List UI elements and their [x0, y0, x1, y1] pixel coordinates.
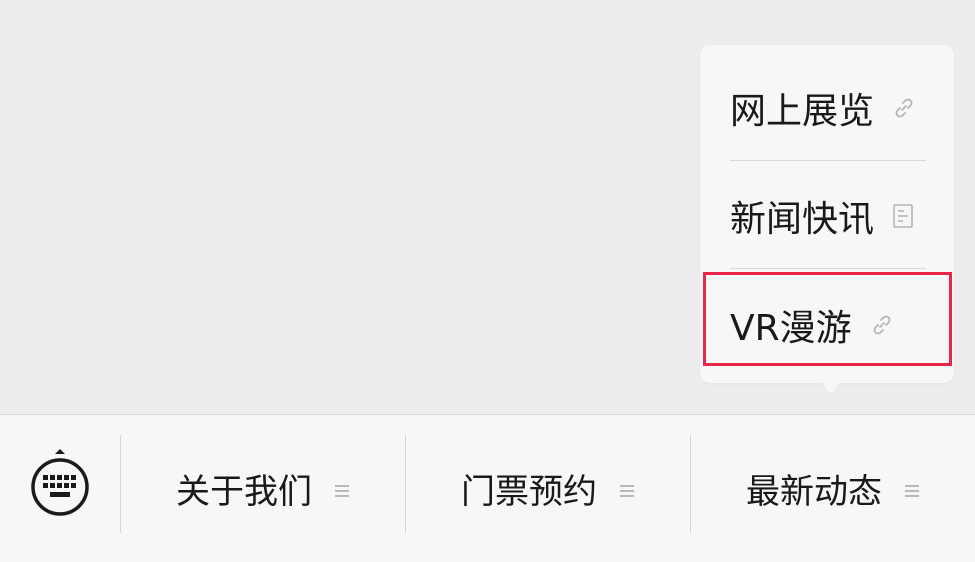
article-icon	[892, 203, 914, 229]
submenu-item-online-exhibition[interactable]: 网上展览	[700, 53, 954, 163]
submenu-item-label: 网上展览	[730, 91, 875, 132]
submenu-item-label: 新闻快讯	[730, 199, 875, 240]
link-icon	[892, 96, 916, 120]
tab-label: 最新动态	[746, 471, 882, 512]
keyboard-switch-button[interactable]	[28, 449, 92, 523]
submenu-item-news-flash[interactable]: 新闻快讯	[700, 161, 954, 271]
menu-lines-icon	[334, 468, 350, 508]
tab-ticket-booking[interactable]: 门票预约	[406, 415, 690, 561]
tab-latest-news[interactable]: 最新动态	[691, 415, 975, 561]
keyboard-icon	[31, 449, 89, 516]
link-icon	[870, 313, 894, 337]
tab-label: 门票预约	[461, 471, 597, 512]
bottom-menu-bar: 关于我们 门票预约 最新动态	[0, 414, 975, 562]
menu-lines-icon	[904, 468, 920, 508]
tab-about-us[interactable]: 关于我们	[121, 415, 405, 561]
menu-lines-icon	[619, 468, 635, 508]
submenu-divider	[730, 268, 926, 269]
submenu-item-vr-tour[interactable]: VR漫游	[700, 270, 954, 380]
submenu-popup: 网上展览 新闻快讯 VR漫游	[700, 45, 954, 383]
tab-label: 关于我们	[176, 471, 312, 512]
submenu-item-label: VR漫游	[730, 308, 852, 349]
submenu-pointer	[820, 380, 842, 394]
